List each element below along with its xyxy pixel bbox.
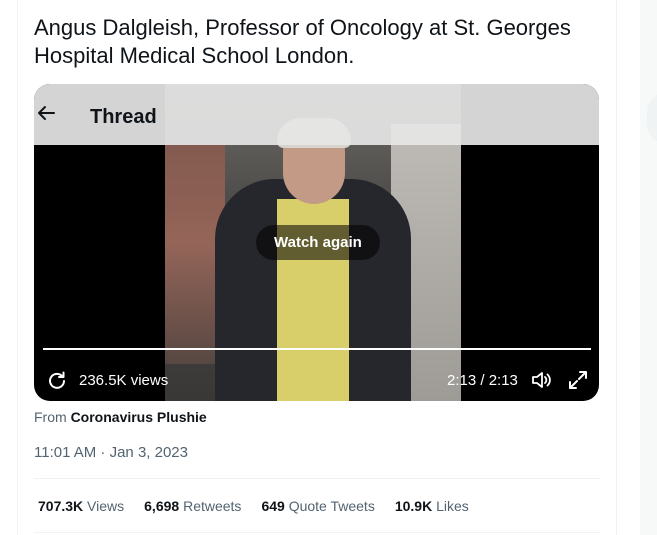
- source-prefix: From: [34, 409, 67, 425]
- stat-value: 649: [261, 498, 285, 514]
- progress-fill: [43, 348, 591, 350]
- tweet-stats: 707.3K Views 6,698 Retweets 649 Quote Tw…: [38, 498, 469, 514]
- divider: [34, 532, 600, 533]
- stat-views[interactable]: 707.3K Views: [38, 498, 124, 514]
- stat-likes[interactable]: 10.9K Likes: [395, 498, 469, 514]
- source-attribution: From Coronavirus Plushie: [34, 409, 207, 425]
- volume-icon[interactable]: [531, 370, 551, 390]
- watch-again-button[interactable]: Watch again: [256, 225, 380, 260]
- stat-label: Retweets: [183, 498, 242, 514]
- video-view-count: 236.5K views: [79, 372, 169, 389]
- replay-icon[interactable]: [48, 371, 66, 389]
- tweet-text: Angus Dalgleish, Professor of Oncology a…: [34, 15, 571, 68]
- video-time: 2:13 / 2:13: [447, 372, 518, 389]
- stat-label: Views: [87, 498, 125, 514]
- thread-title: Thread: [90, 106, 157, 128]
- thread-header: Thread: [34, 84, 599, 145]
- stat-value: 707.3K: [38, 498, 84, 514]
- stat-value: 10.9K: [394, 498, 433, 514]
- divider: [34, 478, 600, 479]
- column-border-left: [17, 0, 18, 535]
- arrow-left-icon[interactable]: [36, 103, 56, 123]
- stat-retweets[interactable]: 6,698 Retweets: [144, 498, 241, 514]
- tweet-timestamp[interactable]: 11:01 AM · Jan 3, 2023: [34, 444, 188, 461]
- source-account-link[interactable]: Coronavirus Plushie: [71, 409, 207, 425]
- video-player[interactable]: Thread Watch again 236.5K views 2:13 / 2…: [34, 84, 599, 401]
- fullscreen-icon[interactable]: [568, 370, 588, 390]
- stat-label: Quote Tweets: [288, 498, 375, 514]
- progress-bar[interactable]: [43, 348, 591, 350]
- stat-value: 6,698: [144, 498, 180, 514]
- right-sidebar-edge: [640, 0, 657, 535]
- column-border-right: [616, 0, 617, 535]
- stat-label: Likes: [436, 498, 469, 514]
- stat-quote-tweets[interactable]: 649 Quote Tweets: [261, 498, 374, 514]
